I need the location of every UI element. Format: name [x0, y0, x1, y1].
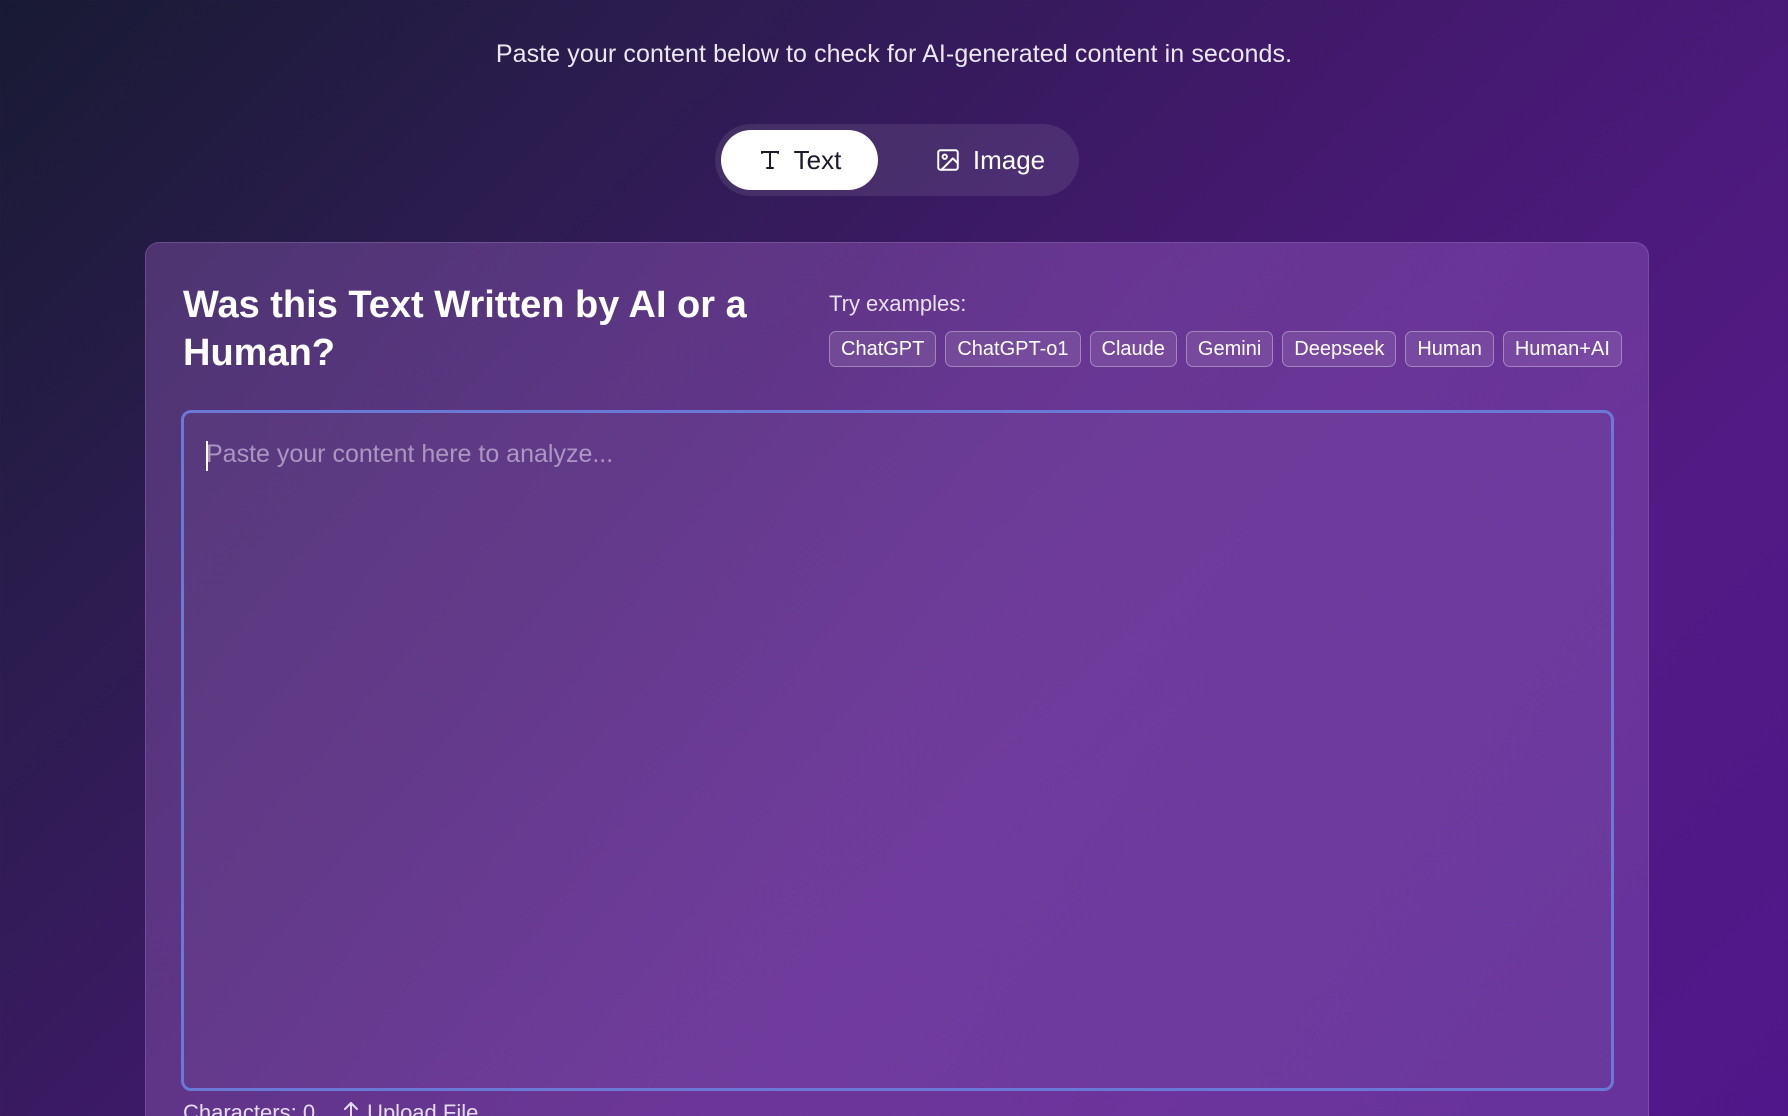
image-mode-label: Image	[972, 144, 1046, 175]
editor-footer: Characters: 0 Upload File	[183, 1099, 478, 1116]
content-editor	[181, 410, 1614, 1091]
text-t-icon	[758, 148, 782, 172]
mode-toggle: Text Image	[715, 124, 1079, 196]
examples-label: Try examples:	[829, 291, 967, 316]
example-chip-deepseek[interactable]: Deepseek	[1282, 331, 1397, 367]
text-mode-button[interactable]: Text	[721, 130, 878, 190]
text-caret	[206, 441, 208, 471]
upload-file-label: Upload File	[367, 1100, 479, 1116]
example-chip-human[interactable]: Human	[1405, 331, 1494, 367]
content-input[interactable]	[184, 413, 1611, 1088]
example-chips: ChatGPT ChatGPT-o1 Claude Gemini Deepsee…	[829, 331, 1622, 367]
image-mode-button[interactable]: Image	[915, 130, 1065, 190]
example-chip-claude[interactable]: Claude	[1089, 331, 1177, 367]
page-subtitle: Paste your content below to check for AI…	[495, 40, 1293, 68]
upload-file-button[interactable]: Upload File	[341, 1099, 478, 1116]
image-icon	[935, 147, 961, 173]
card-title: Was this Text Written by AI or a Human?	[183, 284, 747, 374]
example-chip-chatgpt[interactable]: ChatGPT	[829, 331, 937, 367]
text-mode-label: Text	[793, 144, 842, 175]
example-chip-chatgpt-o1[interactable]: ChatGPT-o1	[945, 331, 1081, 367]
example-chip-gemini[interactable]: Gemini	[1185, 331, 1274, 367]
upload-arrow-icon	[341, 1099, 361, 1116]
character-count: Characters: 0	[183, 1100, 316, 1116]
detector-card: Was this Text Written by AI or a Human? …	[145, 242, 1649, 1116]
example-chip-human-ai[interactable]: Human+AI	[1502, 331, 1622, 367]
